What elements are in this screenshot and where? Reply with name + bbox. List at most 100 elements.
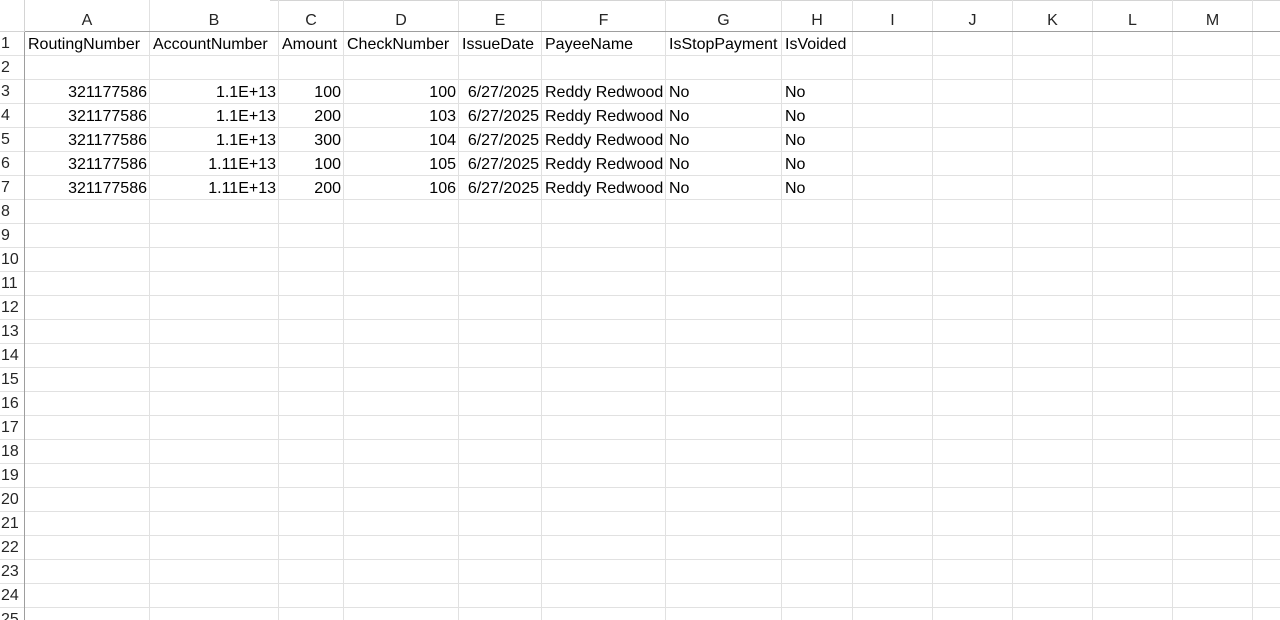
cell-b3[interactable]: 1.1E+13 xyxy=(150,80,279,104)
cell-a3[interactable]: 321177586 xyxy=(25,80,150,104)
header-cell-f1[interactable]: PayeeName xyxy=(542,32,666,56)
column-header-h[interactable]: H xyxy=(782,0,853,31)
column-header-m[interactable]: M xyxy=(1173,0,1253,31)
row-headers: 1 2 3 4 5 6 7 8 9 10 11 12 13 14 15 16 17 18 19 20 21 22 23 24 2… xyxy=(0,32,25,620)
gridline-vertical xyxy=(1172,32,1173,620)
cell-a4[interactable]: 321177586 xyxy=(25,104,150,128)
row-header-14[interactable]: 14 xyxy=(0,344,24,368)
cell-g6[interactable]: No xyxy=(666,152,782,176)
cell-f7[interactable]: Reddy Redwood xyxy=(542,176,666,200)
column-header-a[interactable]: A xyxy=(25,0,150,31)
row-header-16[interactable]: 16 xyxy=(0,392,24,416)
row-header-10[interactable]: 10 xyxy=(0,248,24,272)
row-header-11[interactable]: 11 xyxy=(0,272,24,296)
cell-d3[interactable]: 100 xyxy=(344,80,459,104)
header-cell-a1[interactable]: RoutingNumber xyxy=(25,32,150,56)
column-header-c[interactable]: C xyxy=(279,0,344,31)
row-header-13[interactable]: 13 xyxy=(0,320,24,344)
cell-c4[interactable]: 200 xyxy=(279,104,344,128)
cell-a7[interactable]: 321177586 xyxy=(25,176,150,200)
column-header-l[interactable]: L xyxy=(1093,0,1173,31)
row-header-3[interactable]: 3 xyxy=(0,80,24,104)
row-header-5[interactable]: 5 xyxy=(0,128,24,152)
gridline-horizontal xyxy=(25,439,1280,440)
row-header-15[interactable]: 15 xyxy=(0,368,24,392)
row-header-4[interactable]: 4 xyxy=(0,104,24,128)
select-all-corner[interactable] xyxy=(0,0,25,32)
gridline-vertical xyxy=(1092,32,1093,620)
cell-e4[interactable]: 6/27/2025 xyxy=(459,104,542,128)
row-header-19[interactable]: 19 xyxy=(0,464,24,488)
column-header-e[interactable]: E xyxy=(459,0,542,31)
row-header-1[interactable]: 1 xyxy=(0,32,24,56)
row-header-6[interactable]: 6 xyxy=(0,152,24,176)
cell-d7[interactable]: 106 xyxy=(344,176,459,200)
header-cell-h1[interactable]: IsVoided xyxy=(782,32,853,56)
cell-e3[interactable]: 6/27/2025 xyxy=(459,80,542,104)
gridline-horizontal xyxy=(25,343,1280,344)
cell-h4[interactable]: No xyxy=(782,104,853,128)
cell-h3[interactable]: No xyxy=(782,80,853,104)
cell-b7[interactable]: 1.11E+13 xyxy=(150,176,279,200)
row-header-7[interactable]: 7 xyxy=(0,176,24,200)
header-cell-b1[interactable]: AccountNumber xyxy=(150,32,279,56)
row-header-12[interactable]: 12 xyxy=(0,296,24,320)
row-header-21[interactable]: 21 xyxy=(0,512,24,536)
cell-d5[interactable]: 104 xyxy=(344,128,459,152)
gridline-horizontal xyxy=(25,223,1280,224)
column-header-g[interactable]: G xyxy=(666,0,782,31)
cell-grid[interactable]: RoutingNumber AccountNumber Amount CheckNum… xyxy=(25,32,1280,620)
cell-e5[interactable]: 6/27/2025 xyxy=(459,128,542,152)
row-header-18[interactable]: 18 xyxy=(0,440,24,464)
column-header-k[interactable]: K xyxy=(1013,0,1093,31)
cell-g4[interactable]: No xyxy=(666,104,782,128)
cell-g7[interactable]: No xyxy=(666,176,782,200)
cell-c7[interactable]: 200 xyxy=(279,176,344,200)
cell-f5[interactable]: Reddy Redwood xyxy=(542,128,666,152)
column-header-j[interactable]: J xyxy=(933,0,1013,31)
header-cell-e1[interactable]: IssueDate xyxy=(459,32,542,56)
row-header-24[interactable]: 24 xyxy=(0,584,24,608)
row-header-8[interactable]: 8 xyxy=(0,200,24,224)
gridline-horizontal xyxy=(25,487,1280,488)
cell-e6[interactable]: 6/27/2025 xyxy=(459,152,542,176)
cell-c6[interactable]: 100 xyxy=(279,152,344,176)
cell-f6[interactable]: Reddy Redwood xyxy=(542,152,666,176)
gridline-horizontal xyxy=(25,583,1280,584)
row-header-17[interactable]: 17 xyxy=(0,416,24,440)
cell-h5[interactable]: No xyxy=(782,128,853,152)
row-header-20[interactable]: 20 xyxy=(0,488,24,512)
column-header-b[interactable]: B xyxy=(150,0,279,31)
cell-d4[interactable]: 103 xyxy=(344,104,459,128)
gridline-horizontal xyxy=(25,607,1280,608)
cell-h7[interactable]: No xyxy=(782,176,853,200)
cell-c5[interactable]: 300 xyxy=(279,128,344,152)
cell-f3[interactable]: Reddy Redwood xyxy=(542,80,666,104)
cell-a6[interactable]: 321177586 xyxy=(25,152,150,176)
row-header-2[interactable]: 2 xyxy=(0,56,24,80)
cell-c3[interactable]: 100 xyxy=(279,80,344,104)
cell-g5[interactable]: No xyxy=(666,128,782,152)
cell-b6[interactable]: 1.11E+13 xyxy=(150,152,279,176)
column-header-f[interactable]: F xyxy=(542,0,666,31)
cell-a5[interactable]: 321177586 xyxy=(25,128,150,152)
header-cell-g1[interactable]: IsStopPayment xyxy=(666,32,782,56)
header-cell-d1[interactable]: CheckNumber xyxy=(344,32,459,56)
row-header-25[interactable]: 25 xyxy=(0,608,24,620)
cell-g3[interactable]: No xyxy=(666,80,782,104)
row-header-23[interactable]: 23 xyxy=(0,560,24,584)
row-header-9[interactable]: 9 xyxy=(0,224,24,248)
gridline-horizontal xyxy=(25,247,1280,248)
cell-d6[interactable]: 105 xyxy=(344,152,459,176)
column-header-d[interactable]: D xyxy=(344,0,459,31)
header-cell-c1[interactable]: Amount xyxy=(279,32,344,56)
cell-b5[interactable]: 1.1E+13 xyxy=(150,128,279,152)
cell-b4[interactable]: 1.1E+13 xyxy=(150,104,279,128)
cell-e7[interactable]: 6/27/2025 xyxy=(459,176,542,200)
gridline-horizontal xyxy=(25,367,1280,368)
cell-f4[interactable]: Reddy Redwood xyxy=(542,104,666,128)
column-headers: ABCDEFGHIJKLM xyxy=(25,0,1280,32)
row-header-22[interactable]: 22 xyxy=(0,536,24,560)
column-header-i[interactable]: I xyxy=(853,0,933,31)
cell-h6[interactable]: No xyxy=(782,152,853,176)
